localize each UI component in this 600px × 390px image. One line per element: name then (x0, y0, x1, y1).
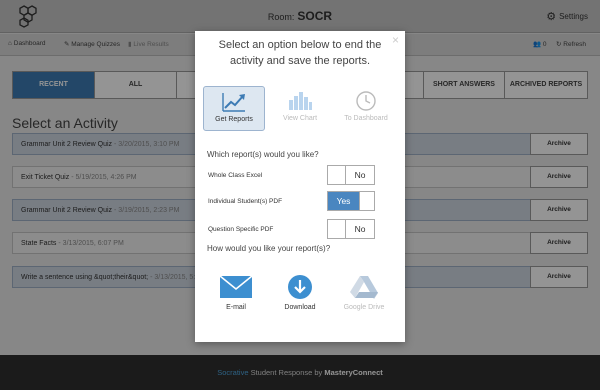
envelope-icon (219, 275, 253, 298)
delivery-question: How would you like your report(s)? (207, 244, 331, 253)
line-chart-icon (222, 93, 245, 112)
dialog-heading: Select an option below to end the activi… (218, 39, 382, 67)
option-label: View Chart (282, 115, 318, 122)
bar-chart-icon (289, 92, 312, 110)
toggle-knob (328, 166, 346, 184)
report-label: Question Specific PDF (208, 226, 274, 233)
email-button[interactable]: E-mail (207, 274, 265, 311)
option-view-chart[interactable]: View Chart (269, 86, 331, 131)
google-drive-button[interactable]: Google Drive (335, 274, 393, 311)
toggle-whole-class-excel[interactable]: No (327, 165, 375, 185)
toggle-value: No (354, 224, 366, 234)
report-question: Which report(s) would you like? (207, 150, 319, 159)
toggle-knob (328, 220, 346, 238)
toggle-value: Yes (328, 192, 359, 210)
download-button[interactable]: Download (271, 274, 329, 311)
download-icon (288, 275, 312, 299)
option-to-dashboard[interactable]: To Dashboard (335, 86, 397, 131)
end-activity-dialog: × Select an option below to end the acti… (195, 31, 405, 342)
toggle-question-specific-pdf[interactable]: No (327, 219, 375, 239)
toggle-knob (359, 192, 374, 210)
toggle-value: No (354, 170, 366, 180)
report-label: Whole Class Excel (208, 172, 263, 179)
toggle-individual-student-pdf[interactable]: Yes (327, 191, 375, 211)
report-label: Individual Student(s) PDF (208, 198, 283, 205)
email-label: E-mail (226, 304, 246, 311)
clock-icon (356, 91, 376, 111)
option-get-reports[interactable]: Get Reports (203, 86, 265, 131)
google-drive-icon (350, 276, 378, 299)
google-drive-label: Google Drive (343, 304, 385, 311)
download-label: Download (284, 304, 316, 311)
option-label: Get Reports (215, 116, 253, 123)
option-label: To Dashboard (344, 115, 388, 122)
